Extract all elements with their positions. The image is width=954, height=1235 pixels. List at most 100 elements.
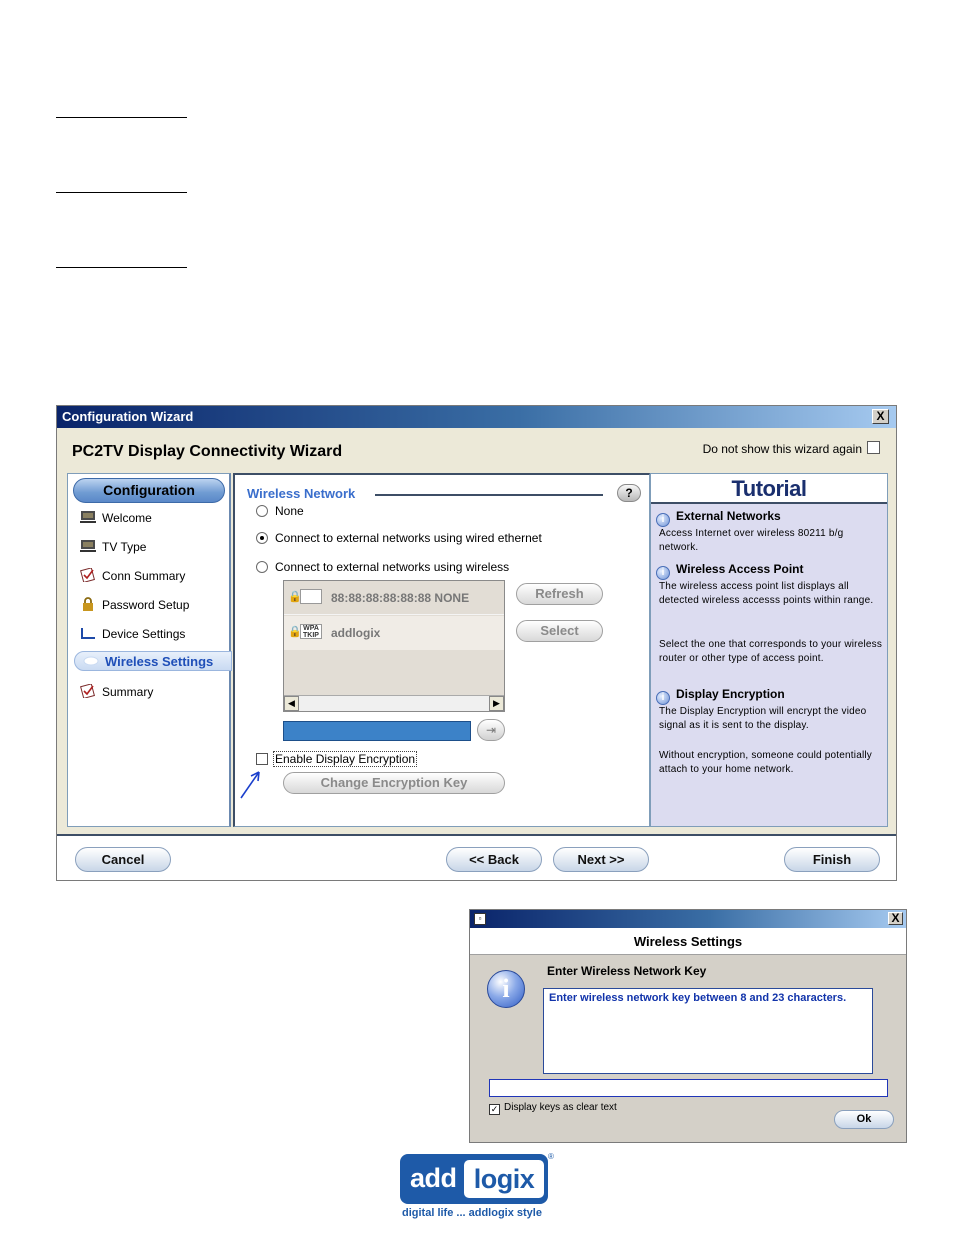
- tutorial-heading-text: Display Encryption: [676, 687, 785, 701]
- signal-badge: [300, 589, 322, 604]
- app-icon: ▫: [474, 913, 486, 925]
- horizontal-rule-2: [56, 192, 187, 193]
- scroll-right-button[interactable]: ▶: [489, 696, 504, 711]
- list-item[interactable]: 🔒 88:88:88:88:88:88 NONE: [284, 581, 504, 615]
- clear-text-option[interactable]: ✓ Display keys as clear text: [489, 1102, 617, 1115]
- dialog-close-button[interactable]: X: [888, 912, 903, 925]
- info-icon: i: [656, 691, 670, 705]
- tutorial-panel: Tutorial i External Networks Access Inter…: [650, 473, 888, 827]
- ok-button[interactable]: Ok: [834, 1110, 894, 1129]
- option-wireless-label: Connect to external networks using wirel…: [275, 560, 510, 574]
- info-icon: i: [656, 566, 670, 580]
- tutorial-heading-text: External Networks: [676, 509, 781, 523]
- logo-word-add: add: [410, 1163, 457, 1193]
- nav-item-wireless-settings[interactable]: Wireless Settings: [74, 651, 232, 671]
- wireless-settings-dialog: ▫ X Wireless Settings i Enter Wireless N…: [469, 909, 907, 1143]
- access-point-name: 88:88:88:88:88:88 NONE: [331, 591, 470, 605]
- list-item[interactable]: 🔒 WPA TKIP addlogix: [284, 616, 504, 650]
- nav-item-label: Conn Summary: [102, 569, 186, 583]
- monitor-icon: [80, 540, 96, 552]
- wizard-title-bar[interactable]: Configuration Wizard: [57, 406, 896, 428]
- wizard-close-button[interactable]: X: [872, 409, 889, 424]
- checklist-icon: [80, 568, 95, 582]
- connect-icon[interactable]: ⇥: [477, 719, 505, 741]
- monitor-icon: [80, 511, 96, 523]
- horizontal-rule-1: [56, 117, 187, 118]
- cancel-button[interactable]: Cancel: [75, 847, 171, 872]
- lock-icon: [83, 597, 93, 611]
- clear-text-checkbox[interactable]: ✓: [489, 1104, 500, 1115]
- wizard-nav-panel: Configuration Welcome TV Type Conn Summa…: [67, 473, 232, 827]
- option-wireless[interactable]: Connect to external networks using wirel…: [256, 560, 509, 574]
- checklist-icon: [80, 684, 95, 698]
- wizard-footer: Cancel << Back Next >> Finish: [57, 834, 896, 880]
- network-key-input[interactable]: [489, 1079, 888, 1097]
- access-point-list[interactable]: 🔒 88:88:88:88:88:88 NONE 🔒 WPA TKIP addl…: [283, 580, 505, 712]
- dialog-message-text: Enter wireless network key between 8 and…: [549, 992, 847, 1004]
- dont-show-label: Do not show this wizard again: [702, 442, 862, 456]
- select-button[interactable]: Select: [516, 620, 603, 642]
- logo-word-logix: logix: [464, 1160, 544, 1198]
- dont-show-checkbox[interactable]: [867, 441, 880, 454]
- option-none[interactable]: None: [256, 504, 304, 518]
- radio-wireless[interactable]: [256, 561, 268, 573]
- nav-header-configuration: Configuration: [73, 478, 225, 503]
- encryption-checkbox[interactable]: [256, 753, 268, 765]
- nav-item-device-settings[interactable]: Device Settings: [80, 624, 185, 644]
- dialog-title-bar[interactable]: ▫: [470, 910, 906, 928]
- nav-item-tv-type[interactable]: TV Type: [80, 537, 146, 557]
- scroll-left-button[interactable]: ◀: [284, 696, 299, 711]
- tutorial-body: Without encryption, someone could potent…: [659, 750, 873, 775]
- option-wired[interactable]: Connect to external networks using wired…: [256, 531, 542, 545]
- addlogix-logo: add logix ® digital life ... addlogix st…: [398, 1152, 558, 1224]
- wizard-window-title: Configuration Wizard: [62, 409, 194, 424]
- wpa-tkip-badge: WPA TKIP: [300, 624, 322, 639]
- tutorial-body: The wireless access point list displays …: [659, 581, 874, 606]
- nav-item-label: Device Settings: [102, 627, 186, 641]
- encryption-option[interactable]: Enable Display Encryption: [256, 751, 418, 767]
- tutorial-heading-text: Wireless Access Point: [676, 562, 804, 576]
- radio-none[interactable]: [256, 505, 268, 517]
- tutorial-section-heading: i Display Encryption: [656, 687, 785, 705]
- clear-text-label: Display keys as clear text: [504, 1102, 617, 1113]
- info-icon: i: [656, 513, 670, 527]
- nav-item-label: Wireless Settings: [105, 654, 214, 669]
- tutorial-body: Select the one that corresponds to your …: [659, 639, 883, 664]
- nav-item-welcome[interactable]: Welcome: [80, 508, 152, 528]
- section-divider: [375, 494, 603, 496]
- info-icon: i: [487, 970, 525, 1008]
- section-title: Wireless Network: [247, 486, 356, 501]
- finish-button[interactable]: Finish: [784, 847, 880, 872]
- radio-wired[interactable]: [256, 532, 268, 544]
- access-point-name: addlogix: [331, 626, 381, 640]
- horizontal-scrollbar[interactable]: ◀ ▶: [284, 695, 504, 711]
- dialog-message: Enter wireless network key between 8 and…: [543, 988, 873, 1074]
- back-button[interactable]: << Back: [446, 847, 542, 872]
- option-wired-label: Connect to external networks using wired…: [275, 531, 542, 545]
- nav-item-summary[interactable]: Summary: [80, 682, 153, 702]
- network-key-field[interactable]: [283, 721, 471, 741]
- option-none-label: None: [275, 504, 304, 518]
- tutorial-body: Access Internet over wireless 80211 b/g …: [659, 528, 844, 553]
- change-encryption-key-button[interactable]: Change Encryption Key: [283, 772, 505, 794]
- wireless-icon: [83, 656, 99, 666]
- nav-item-password-setup[interactable]: Password Setup: [80, 595, 189, 615]
- registered-mark: ®: [548, 1152, 554, 1161]
- next-button[interactable]: Next >>: [553, 847, 649, 872]
- logo-tagline: digital life ... addlogix style: [402, 1207, 542, 1219]
- wireless-network-panel: Wireless Network ? None Connect to exter…: [233, 473, 650, 827]
- dialog-title: Wireless Settings: [470, 928, 906, 955]
- annotation-arrow-icon: [240, 771, 260, 799]
- nav-item-label: TV Type: [102, 540, 147, 554]
- nav-item-conn-summary[interactable]: Conn Summary: [80, 566, 185, 586]
- nav-item-label: Password Setup: [102, 598, 190, 612]
- dialog-prompt: Enter Wireless Network Key: [547, 964, 707, 978]
- tutorial-section-heading: i External Networks: [656, 509, 781, 527]
- tutorial-section-heading: i Wireless Access Point: [656, 562, 804, 580]
- nav-item-label: Welcome: [102, 511, 152, 525]
- refresh-button[interactable]: Refresh: [516, 583, 603, 605]
- help-button[interactable]: ?: [617, 484, 641, 502]
- nav-item-label: Summary: [102, 685, 154, 699]
- tutorial-body: The Display Encryption will encrypt the …: [659, 706, 867, 731]
- device-icon: [81, 628, 95, 639]
